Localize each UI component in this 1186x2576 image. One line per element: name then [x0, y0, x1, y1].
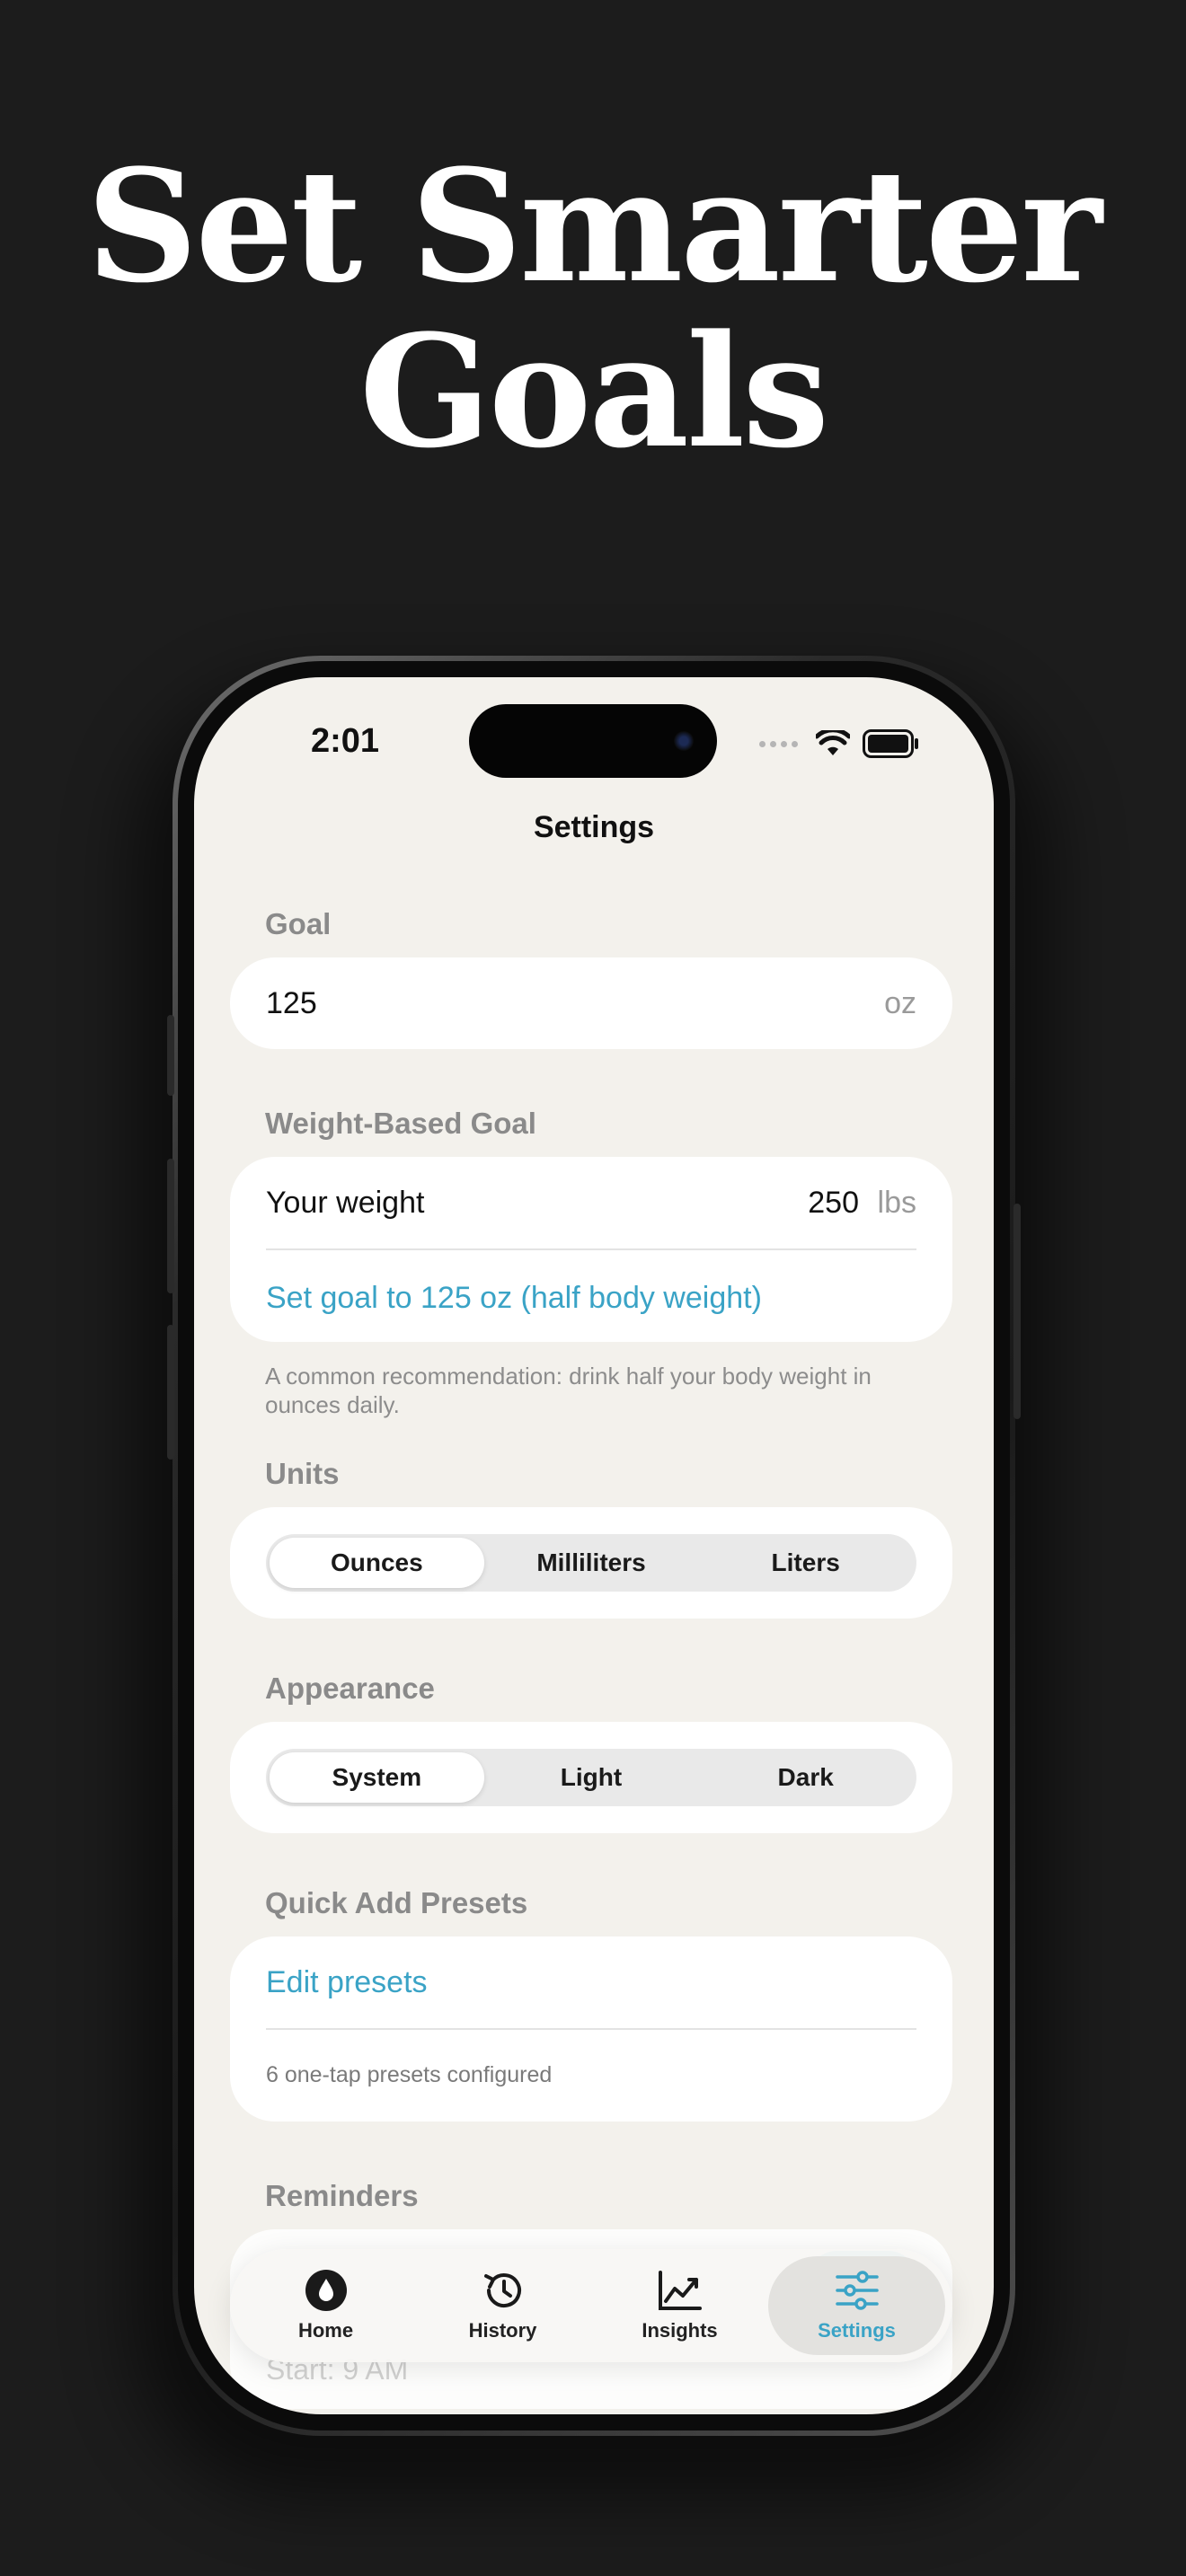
weight-unit: lbs — [877, 1186, 916, 1220]
units-option-milliliters[interactable]: Milliliters — [484, 1538, 699, 1588]
tab-label: Settings — [818, 2319, 896, 2342]
battery-icon — [863, 729, 918, 758]
headline-line-2: Goals — [358, 300, 829, 482]
tab-home[interactable]: Home — [237, 2256, 414, 2355]
goal-section-label: Goal — [265, 907, 332, 940]
weight-label: Your weight — [266, 1186, 425, 1220]
sliders-icon — [835, 2271, 879, 2310]
status-time: 2:01 — [311, 722, 380, 760]
tab-label: History — [468, 2319, 537, 2342]
divider — [266, 1248, 916, 1250]
tab-insights[interactable]: Insights — [591, 2256, 768, 2355]
history-icon — [483, 2273, 521, 2308]
appearance-option-dark[interactable]: Dark — [698, 1752, 913, 1803]
presets-card: Edit presets 6 one-tap presets configure… — [230, 1936, 952, 2122]
goal-value[interactable]: 125 — [266, 986, 317, 1021]
volume-down-button — [167, 1325, 174, 1460]
units-section-label: Units — [265, 1457, 340, 1490]
presets-caption: 6 one-tap presets configured — [266, 2062, 553, 2087]
tab-history[interactable]: History — [414, 2256, 591, 2355]
phone-frame: 2:01 Settings Goal 125 oz Weight-Based G… — [167, 656, 1021, 2436]
camera-lens — [674, 731, 694, 751]
chart-icon — [658, 2271, 702, 2310]
dynamic-island — [469, 704, 717, 778]
side-button — [167, 1015, 174, 1096]
app-screen: 2:01 Settings Goal 125 oz Weight-Based G… — [194, 677, 994, 2414]
tab-bar: Home History Insights Settings — [230, 2249, 952, 2362]
set-half-weight-goal-button[interactable]: Set goal to 125 oz (half body weight) — [266, 1281, 762, 1316]
reminders-section-label: Reminders — [265, 2179, 419, 2212]
power-button — [1013, 1204, 1021, 1419]
goal-unit: oz — [884, 986, 916, 1020]
units-card: Ounces Milliliters Liters — [230, 1507, 952, 1619]
tab-label: Home — [297, 2319, 354, 2342]
goal-field[interactable]: 125 oz — [230, 957, 952, 1049]
volume-up-button — [167, 1159, 174, 1293]
status-icons — [759, 729, 920, 758]
edit-presets-button[interactable]: Edit presets — [266, 1965, 428, 2000]
divider — [266, 2028, 916, 2030]
tab-label: Insights — [642, 2319, 718, 2342]
appearance-option-system[interactable]: System — [270, 1752, 484, 1803]
units-option-ounces[interactable]: Ounces — [270, 1538, 484, 1588]
weight-value[interactable]: 250 — [808, 1186, 859, 1221]
weight-goal-card: Your weight 250 lbs Set goal to 125 oz (… — [230, 1157, 952, 1342]
wifi-icon — [816, 730, 850, 755]
appearance-card: System Light Dark — [230, 1722, 952, 1833]
appearance-segmented-control: System Light Dark — [266, 1749, 916, 1806]
tab-settings[interactable]: Settings — [768, 2256, 945, 2355]
appearance-option-light[interactable]: Light — [484, 1752, 699, 1803]
headline: Set Smarter Goals — [0, 144, 1186, 474]
weight-goal-footnote: A common recommendation: drink half your… — [265, 1363, 872, 1418]
presets-section-label: Quick Add Presets — [265, 1886, 528, 1919]
units-option-liters[interactable]: Liters — [698, 1538, 913, 1588]
weight-goal-section-label: Weight-Based Goal — [265, 1107, 536, 1140]
drop-icon — [305, 2270, 347, 2311]
headline-line-1: Set Smarter — [86, 135, 1102, 317]
appearance-section-label: Appearance — [265, 1672, 435, 1705]
page-title: Settings — [533, 810, 655, 844]
units-segmented-control: Ounces Milliliters Liters — [266, 1534, 916, 1592]
cellular-icon — [759, 740, 798, 747]
